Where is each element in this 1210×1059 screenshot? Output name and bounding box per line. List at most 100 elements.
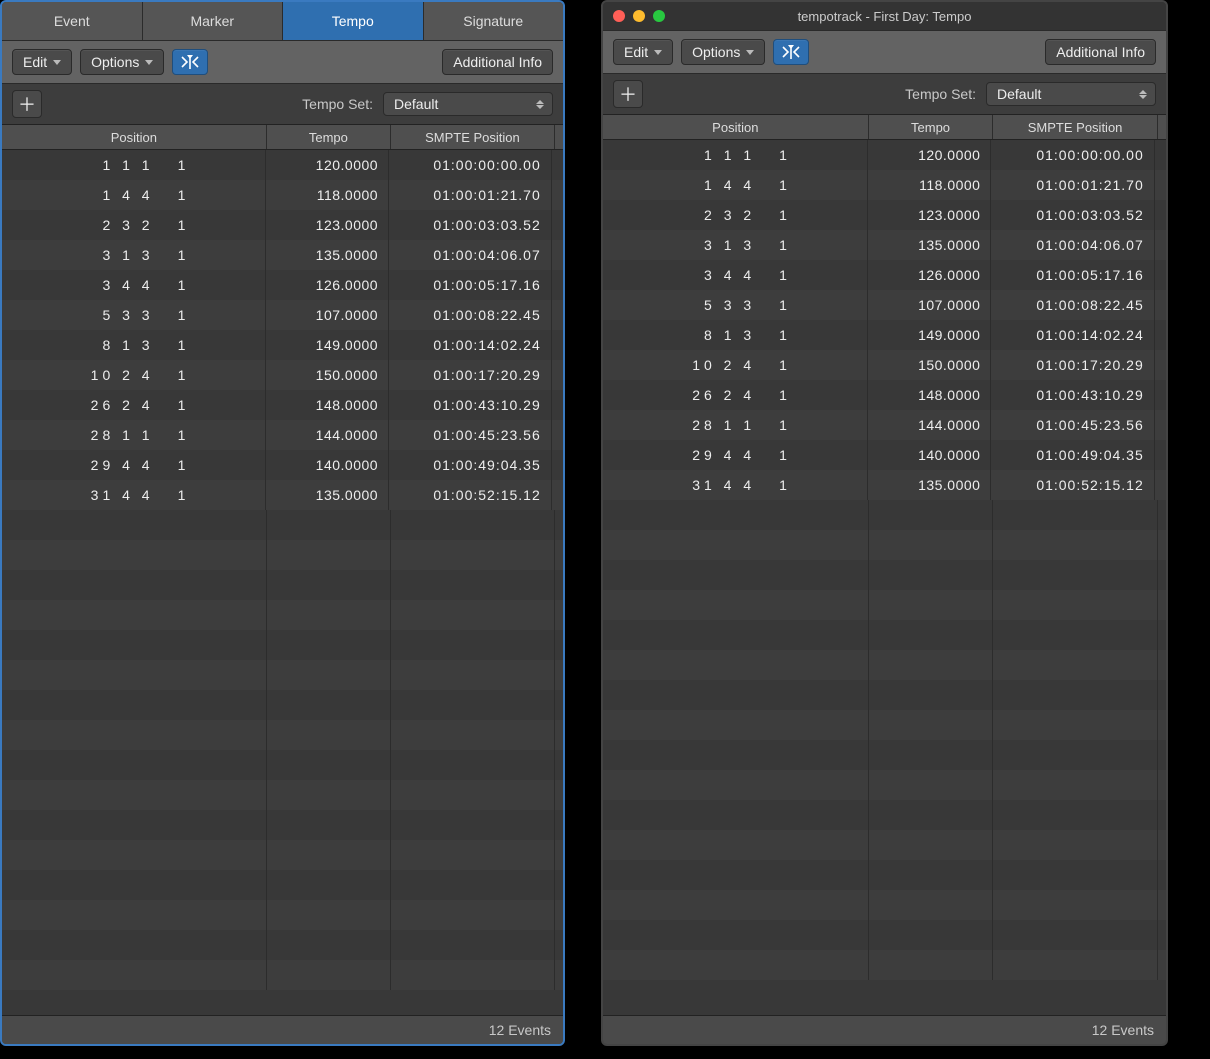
cell-position[interactable]: 3 4 41 <box>2 270 266 300</box>
cell-tempo[interactable]: 149.0000 <box>266 330 389 360</box>
cell-smpte[interactable]: 01:00:03:03.52 <box>389 210 552 240</box>
cell-smpte[interactable]: 01:00:49:04.35 <box>389 450 552 480</box>
cell-position[interactable]: 29 4 41 <box>2 450 266 480</box>
tab-tempo[interactable]: Tempo <box>283 2 424 40</box>
col-header-tempo[interactable]: Tempo <box>869 115 994 139</box>
close-button[interactable] <box>613 10 625 22</box>
col-header-position[interactable]: Position <box>603 115 869 139</box>
table-row[interactable]: 2 3 21123.000001:00:03:03.52 <box>603 200 1166 230</box>
tempo-table-body-right[interactable]: 1 1 11120.000001:00:00:00.001 4 41118.00… <box>603 140 1166 1015</box>
col-header-position[interactable]: Position <box>2 125 267 149</box>
add-tempo-button[interactable]: ＋ <box>613 80 643 108</box>
cell-position[interactable]: 10 2 41 <box>603 350 868 380</box>
cell-tempo[interactable]: 150.0000 <box>266 360 389 390</box>
cell-tempo[interactable]: 150.0000 <box>868 350 992 380</box>
cell-smpte[interactable]: 01:00:43:10.29 <box>389 390 552 420</box>
cell-position[interactable]: 1 1 11 <box>2 150 266 180</box>
table-row[interactable]: 1 1 11120.000001:00:00:00.00 <box>2 150 563 180</box>
cell-position[interactable]: 8 1 31 <box>603 320 868 350</box>
cell-smpte[interactable]: 01:00:00:00.00 <box>991 140 1154 170</box>
edit-menu[interactable]: Edit <box>12 49 72 75</box>
cell-smpte[interactable]: 01:00:00:00.00 <box>389 150 552 180</box>
cell-position[interactable]: 3 4 41 <box>603 260 868 290</box>
cell-position[interactable]: 8 1 31 <box>2 330 266 360</box>
cell-position[interactable]: 26 2 41 <box>2 390 266 420</box>
cell-smpte[interactable]: 01:00:17:20.29 <box>991 350 1154 380</box>
additional-info-button[interactable]: Additional Info <box>442 49 553 75</box>
cell-tempo[interactable]: 107.0000 <box>868 290 992 320</box>
table-row[interactable]: 10 2 41150.000001:00:17:20.29 <box>603 350 1166 380</box>
tempo-set-select[interactable]: Default <box>986 82 1156 106</box>
window-titlebar[interactable]: tempotrack - First Day: Tempo <box>603 2 1166 30</box>
cell-smpte[interactable]: 01:00:08:22.45 <box>991 290 1154 320</box>
table-row[interactable]: 31 4 41135.000001:00:52:15.12 <box>2 480 563 510</box>
table-row[interactable]: 3 4 41126.000001:00:05:17.16 <box>2 270 563 300</box>
table-row[interactable]: 28 1 11144.000001:00:45:23.56 <box>603 410 1166 440</box>
cell-tempo[interactable]: 135.0000 <box>266 480 389 510</box>
add-tempo-button[interactable]: ＋ <box>12 90 42 118</box>
cell-position[interactable]: 5 3 31 <box>2 300 266 330</box>
cell-smpte[interactable]: 01:00:05:17.16 <box>389 270 552 300</box>
cell-position[interactable]: 3 1 31 <box>603 230 868 260</box>
cell-smpte[interactable]: 01:00:04:06.07 <box>389 240 552 270</box>
cell-position[interactable]: 26 2 41 <box>603 380 868 410</box>
cell-smpte[interactable]: 01:00:49:04.35 <box>991 440 1154 470</box>
cell-position[interactable]: 28 1 11 <box>2 420 266 450</box>
cell-smpte[interactable]: 01:00:05:17.16 <box>991 260 1154 290</box>
catch-playhead-button[interactable] <box>773 39 809 65</box>
cell-position[interactable]: 29 4 41 <box>603 440 868 470</box>
cell-tempo[interactable]: 148.0000 <box>266 390 389 420</box>
cell-smpte[interactable]: 01:00:14:02.24 <box>991 320 1154 350</box>
col-header-smpte[interactable]: SMPTE Position <box>391 125 555 149</box>
cell-tempo[interactable]: 144.0000 <box>868 410 992 440</box>
table-row[interactable]: 8 1 31149.000001:00:14:02.24 <box>2 330 563 360</box>
cell-position[interactable]: 5 3 31 <box>603 290 868 320</box>
table-row[interactable]: 26 2 41148.000001:00:43:10.29 <box>603 380 1166 410</box>
cell-smpte[interactable]: 01:00:52:15.12 <box>991 470 1154 500</box>
additional-info-button[interactable]: Additional Info <box>1045 39 1156 65</box>
cell-tempo[interactable]: 118.0000 <box>266 180 389 210</box>
table-row[interactable]: 29 4 41140.000001:00:49:04.35 <box>603 440 1166 470</box>
cell-position[interactable]: 2 3 21 <box>2 210 266 240</box>
cell-tempo[interactable]: 135.0000 <box>266 240 389 270</box>
table-row[interactable]: 5 3 31107.000001:00:08:22.45 <box>603 290 1166 320</box>
col-header-tempo[interactable]: Tempo <box>267 125 391 149</box>
table-row[interactable]: 31 4 41135.000001:00:52:15.12 <box>603 470 1166 500</box>
table-row[interactable]: 10 2 41150.000001:00:17:20.29 <box>2 360 563 390</box>
cell-tempo[interactable]: 126.0000 <box>266 270 389 300</box>
tab-marker[interactable]: Marker <box>143 2 284 40</box>
table-row[interactable]: 1 1 11120.000001:00:00:00.00 <box>603 140 1166 170</box>
table-row[interactable]: 5 3 31107.000001:00:08:22.45 <box>2 300 563 330</box>
cell-tempo[interactable]: 140.0000 <box>868 440 992 470</box>
table-row[interactable]: 3 1 31135.000001:00:04:06.07 <box>2 240 563 270</box>
tab-signature[interactable]: Signature <box>424 2 564 40</box>
cell-position[interactable]: 1 1 11 <box>603 140 868 170</box>
minimize-button[interactable] <box>633 10 645 22</box>
table-row[interactable]: 29 4 41140.000001:00:49:04.35 <box>2 450 563 480</box>
edit-menu[interactable]: Edit <box>613 39 673 65</box>
cell-position[interactable]: 31 4 41 <box>2 480 266 510</box>
table-row[interactable]: 2 3 21123.000001:00:03:03.52 <box>2 210 563 240</box>
cell-smpte[interactable]: 01:00:08:22.45 <box>389 300 552 330</box>
cell-tempo[interactable]: 148.0000 <box>868 380 992 410</box>
cell-smpte[interactable]: 01:00:17:20.29 <box>389 360 552 390</box>
options-menu[interactable]: Options <box>80 49 164 75</box>
table-row[interactable]: 1 4 41118.000001:00:01:21.70 <box>603 170 1166 200</box>
cell-smpte[interactable]: 01:00:04:06.07 <box>991 230 1154 260</box>
tempo-table-body-left[interactable]: 1 1 11120.000001:00:00:00.001 4 41118.00… <box>2 150 563 1015</box>
cell-position[interactable]: 1 4 41 <box>603 170 868 200</box>
tempo-set-select[interactable]: Default <box>383 92 553 116</box>
cell-smpte[interactable]: 01:00:01:21.70 <box>389 180 552 210</box>
cell-tempo[interactable]: 135.0000 <box>868 230 992 260</box>
table-row[interactable]: 3 4 41126.000001:00:05:17.16 <box>603 260 1166 290</box>
cell-smpte[interactable]: 01:00:01:21.70 <box>991 170 1154 200</box>
cell-tempo[interactable]: 123.0000 <box>266 210 389 240</box>
cell-tempo[interactable]: 120.0000 <box>266 150 389 180</box>
table-row[interactable]: 3 1 31135.000001:00:04:06.07 <box>603 230 1166 260</box>
cell-smpte[interactable]: 01:00:03:03.52 <box>991 200 1154 230</box>
cell-smpte[interactable]: 01:00:45:23.56 <box>991 410 1154 440</box>
cell-tempo[interactable]: 144.0000 <box>266 420 389 450</box>
cell-smpte[interactable]: 01:00:52:15.12 <box>389 480 552 510</box>
cell-position[interactable]: 10 2 41 <box>2 360 266 390</box>
cell-tempo[interactable]: 126.0000 <box>868 260 992 290</box>
